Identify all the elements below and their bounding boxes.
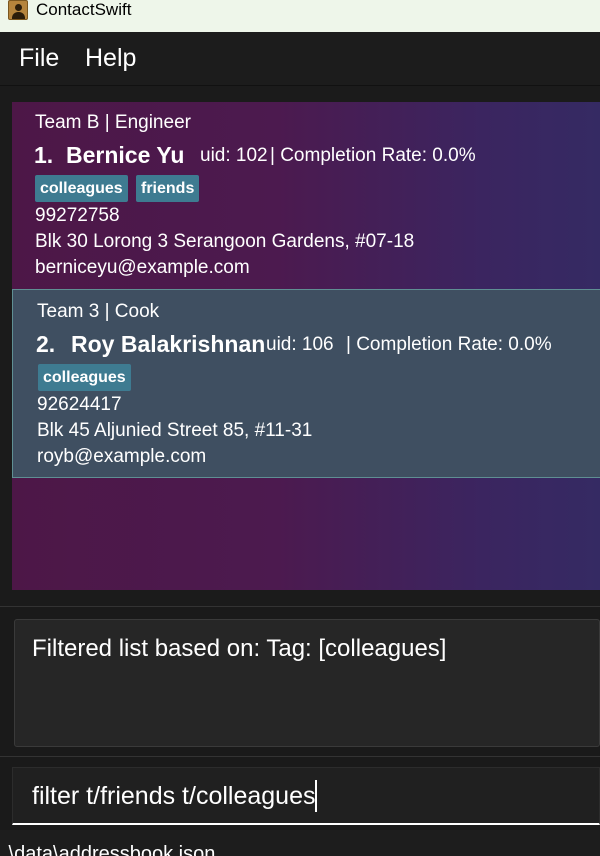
person-team-role: Team B | Engineer bbox=[35, 112, 191, 133]
menu-bar: File Help bbox=[0, 32, 600, 86]
person-email: royb@example.com bbox=[37, 446, 207, 467]
menu-file[interactable]: File bbox=[19, 42, 59, 74]
person-list[interactable]: Team B | Engineer 1. Bernice Yu uid: 102… bbox=[12, 102, 600, 590]
person-completion-rate: | Completion Rate: 0.0% bbox=[270, 145, 476, 166]
text-caret bbox=[315, 780, 318, 812]
person-team-role: Team 3 | Cook bbox=[37, 301, 160, 322]
menu-help[interactable]: Help bbox=[85, 42, 136, 74]
person-phone: 99272758 bbox=[35, 205, 120, 226]
person-index: 1. bbox=[34, 142, 54, 168]
person-email: berniceyu@example.com bbox=[35, 257, 250, 278]
command-input[interactable]: filter t/friends t/colleagues bbox=[12, 767, 600, 825]
tag-badge: colleagues bbox=[35, 175, 128, 202]
person-address: Blk 30 Lorong 3 Serangoon Gardens, #07-1… bbox=[35, 231, 415, 252]
save-location-path: .\data\addressbook.json bbox=[3, 843, 216, 856]
result-display-container: Filtered list based on: Tag: [colleagues… bbox=[0, 606, 600, 756]
person-card[interactable]: Team B | Engineer 1. Bernice Yu uid: 102… bbox=[12, 102, 600, 289]
status-bar: .\data\addressbook.json bbox=[0, 830, 600, 856]
person-card-selected[interactable]: Team 3 | Cook 2. Roy Balakrishnan uid: 1… bbox=[12, 289, 600, 478]
command-text: filter t/friends t/colleagues bbox=[32, 780, 318, 812]
person-uid: uid: 106 bbox=[266, 334, 334, 355]
person-phone: 92624417 bbox=[37, 394, 122, 415]
person-list-container: Team B | Engineer 1. Bernice Yu uid: 102… bbox=[0, 86, 600, 606]
person-completion-rate: | Completion Rate: 0.0% bbox=[346, 334, 552, 355]
person-name: Roy Balakrishnan bbox=[71, 331, 266, 357]
command-value: filter t/friends t/colleagues bbox=[32, 782, 316, 810]
result-message: Filtered list based on: Tag: [colleagues… bbox=[32, 635, 447, 662]
result-display[interactable]: Filtered list based on: Tag: [colleagues… bbox=[14, 619, 600, 747]
contacts-app-icon bbox=[8, 0, 28, 20]
person-index: 2. bbox=[36, 331, 56, 357]
person-uid: uid: 102 bbox=[200, 145, 268, 166]
window-titlebar: ContactSwift bbox=[0, 0, 600, 32]
tag-badge: colleagues bbox=[38, 364, 131, 391]
tag-badge: friends bbox=[136, 175, 200, 202]
command-box-container: filter t/friends t/colleagues bbox=[0, 756, 600, 830]
person-name: Bernice Yu bbox=[66, 142, 185, 168]
person-address: Blk 45 Aljunied Street 85, #11-31 bbox=[37, 420, 313, 441]
window-title: ContactSwift bbox=[36, 0, 132, 19]
